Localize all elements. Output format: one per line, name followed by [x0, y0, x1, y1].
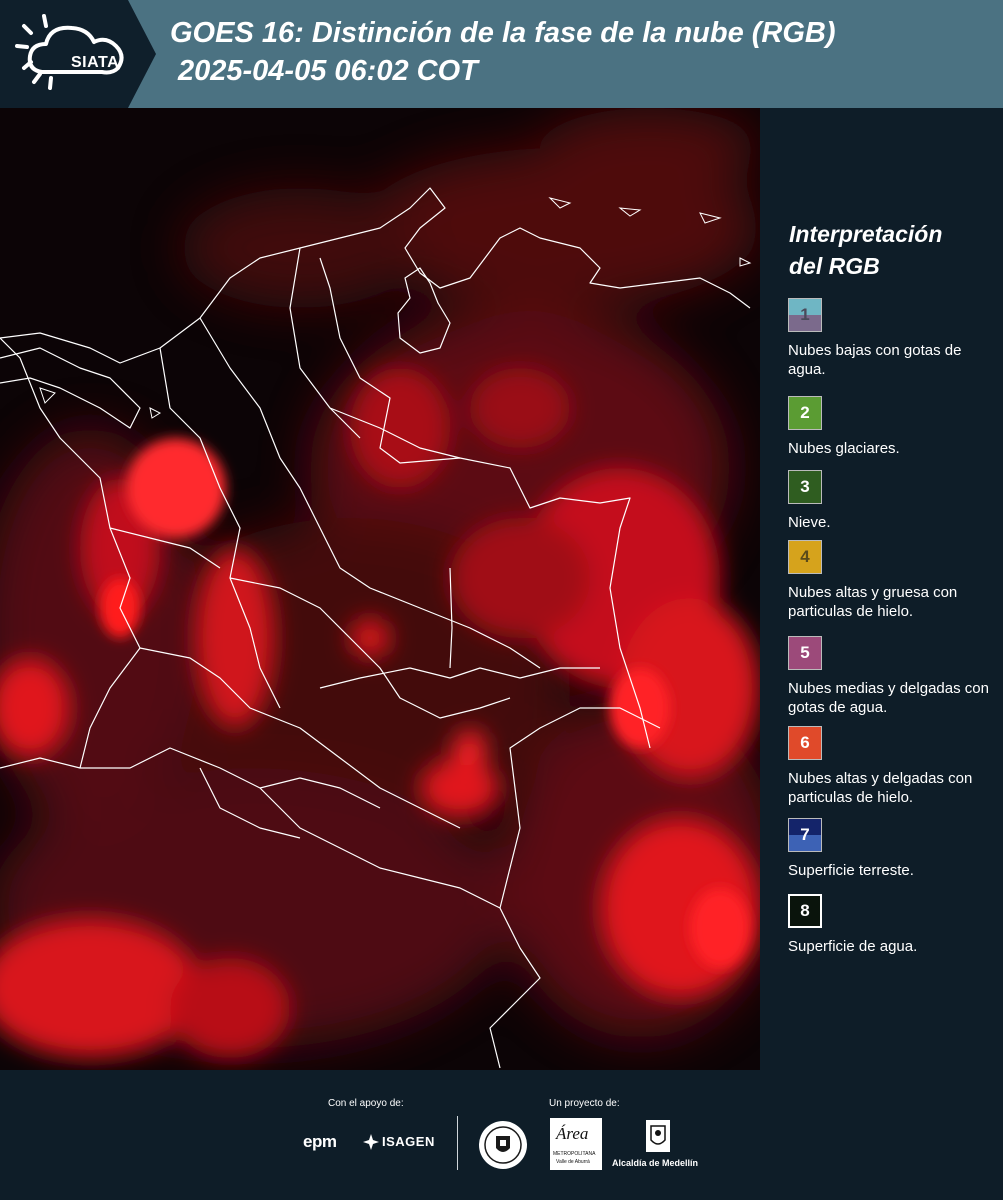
footer: Con el apoyo de: Un proyecto de: epm ISA… — [0, 1070, 1003, 1200]
legend-item-5: 5 Nubes medias y delgadas con gotas de a… — [788, 636, 998, 717]
area-metropolitana-logo: Área METROPOLITANA Valle de Aburrá — [550, 1118, 602, 1170]
legend-number-6: 6 — [800, 733, 810, 752]
legend-panel: Interpretación del RGB 1 Nubes bajas con… — [760, 108, 1003, 1070]
area-logo-subtext: METROPOLITANA — [553, 1151, 596, 1157]
legend-label-6: Nubes altas y delgadas con particulas de… — [788, 770, 973, 806]
legend-title-line2: del RGB — [789, 253, 880, 279]
legend-title: Interpretación del RGB — [789, 218, 989, 282]
legend-swatch-5: 5 — [788, 636, 822, 670]
page-title: GOES 16: Distinción de la fase de la nub… — [170, 14, 990, 90]
legend-title-line1: Interpretación — [789, 221, 943, 247]
legend-number-5: 5 — [800, 643, 810, 662]
area-logo-text: Área — [556, 1124, 589, 1143]
isagen-icon — [363, 1134, 379, 1150]
satellite-map[interactable] — [0, 108, 760, 1070]
legend-swatch-7: 7 — [788, 818, 822, 852]
epm-logo: epm — [303, 1132, 337, 1152]
support-caption: Con el apoyo de: — [328, 1098, 404, 1109]
legend-number-8: 8 — [800, 901, 810, 920]
siata-logo: SIATA — [14, 12, 132, 94]
legend-label-2: Nubes glaciares. — [788, 440, 900, 457]
legend-item-3: 3 Nieve. — [788, 470, 998, 532]
legend-number-1: 1 — [800, 305, 810, 324]
legend-item-2: 2 Nubes glaciares. — [788, 396, 998, 458]
legend-item-8: 8 Superficie de agua. — [788, 894, 998, 956]
legend-swatch-8: 8 — [788, 894, 822, 928]
legend-number-2: 2 — [800, 403, 810, 422]
legend-item-4: 4 Nubes altas y gruesa con particulas de… — [788, 540, 998, 621]
area-logo-subtext-2: Valle de Aburrá — [556, 1159, 590, 1165]
timestamp: 2025-04-05 06:02 COT — [178, 55, 478, 87]
epm-logo-text: epm — [303, 1132, 337, 1151]
legend-swatch-3: 3 — [788, 470, 822, 504]
legend-label-7: Superficie terreste. — [788, 862, 914, 879]
legend-number-7: 7 — [800, 825, 810, 844]
legend-label-8: Superficie de agua. — [788, 938, 918, 955]
medellin-logo-text: Alcaldía de Medellín — [612, 1158, 699, 1168]
legend-label-5: Nubes medias y delgadas con gotas de agu… — [788, 680, 989, 716]
alcaldia-medellin-logo: Alcaldía de Medellín — [612, 1118, 704, 1174]
medellin-shield-icon — [646, 1120, 670, 1152]
header: SIATA GOES 16: Distinción de la fase de … — [0, 0, 1003, 108]
legend-number-3: 3 — [800, 477, 810, 496]
legend-item-6: 6 Nubes altas y delgadas con particulas … — [788, 726, 998, 807]
legend-number-4: 4 — [800, 547, 810, 566]
legend-swatch-4: 4 — [788, 540, 822, 574]
footer-divider — [457, 1116, 458, 1170]
project-caption: Un proyecto de: — [549, 1098, 620, 1109]
isagen-logo: ISAGEN — [362, 1132, 442, 1152]
title-text: GOES 16: Distinción de la fase de la nub… — [170, 17, 836, 49]
isagen-logo-text: ISAGEN — [382, 1134, 435, 1149]
legend-swatch-2: 2 — [788, 396, 822, 430]
legend-item-1: 1 Nubes bajas con gotas de agua. — [788, 298, 998, 379]
legend-label-3: Nieve. — [788, 514, 831, 531]
university-seal-logo — [478, 1120, 528, 1170]
legend-swatch-1: 1 — [788, 298, 822, 332]
legend-swatch-6: 6 — [788, 726, 822, 760]
legend-item-7: 7 Superficie terreste. — [788, 818, 998, 880]
legend-label-1: Nubes bajas con gotas de agua. — [788, 342, 962, 378]
logo-text: SIATA — [71, 54, 120, 71]
legend-label-4: Nubes altas y gruesa con particulas de h… — [788, 584, 958, 620]
